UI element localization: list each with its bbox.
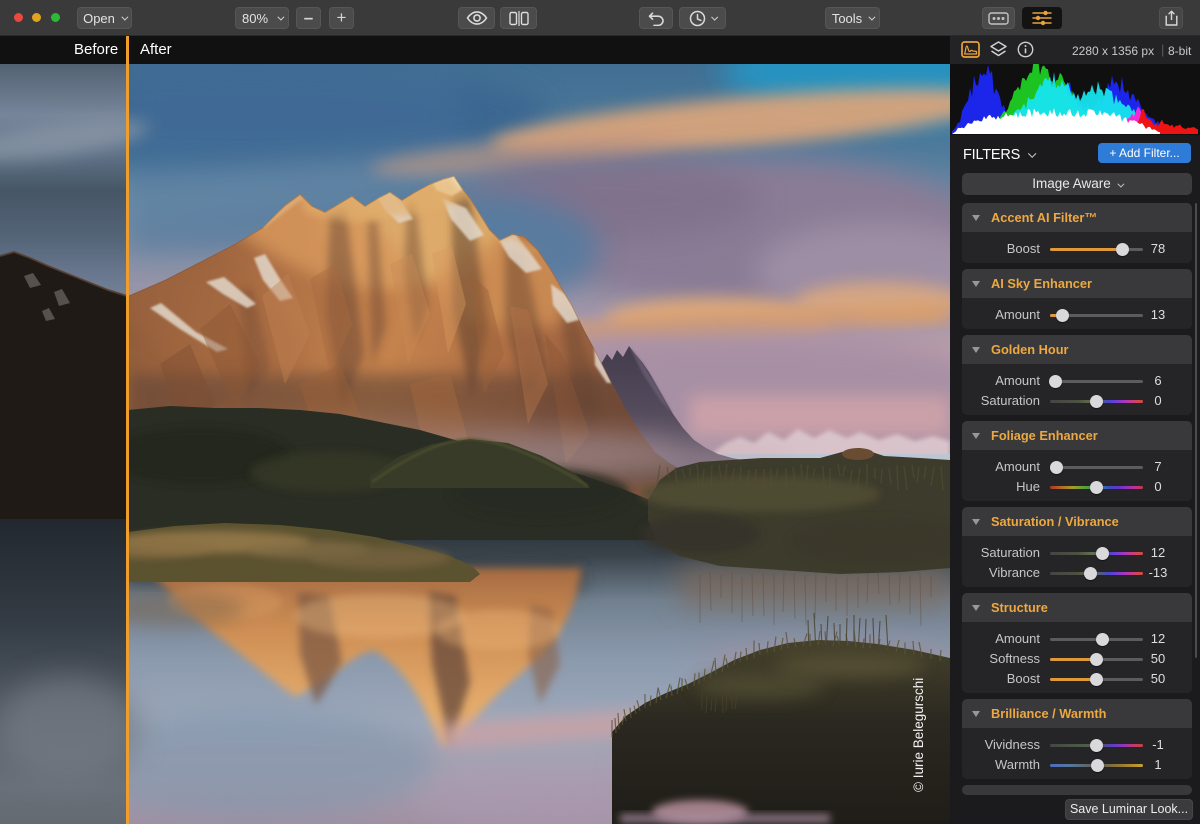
svg-text:© Iurie Belegurschi: © Iurie Belegurschi (911, 678, 926, 792)
